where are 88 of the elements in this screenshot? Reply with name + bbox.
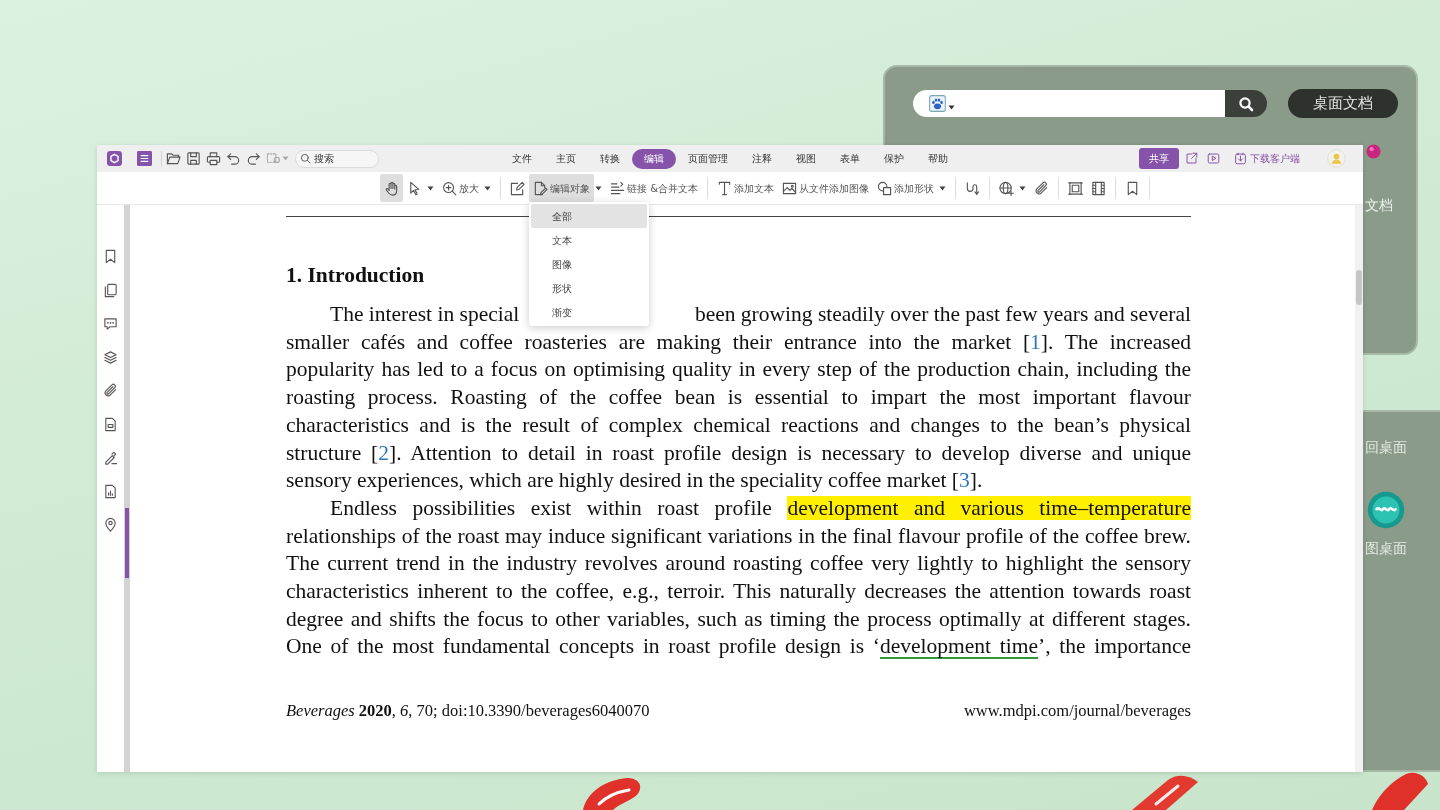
body-text: been growing steadily over the past few years and several [694, 301, 1191, 328]
search-field[interactable] [913, 90, 1225, 117]
body-text: The interest in special [330, 301, 520, 328]
cursor-arrow-icon [407, 180, 422, 196]
save-icon[interactable] [186, 151, 201, 166]
text-tool-icon [717, 180, 732, 196]
document-pencil-icon [533, 180, 548, 196]
share-button[interactable]: 共享 [1139, 148, 1179, 169]
shapes-icon [877, 180, 892, 196]
paperclip-icon [1034, 180, 1049, 196]
search-icon [1238, 95, 1254, 112]
text-lines-icon [610, 180, 625, 196]
menu-tab[interactable]: 转换 [588, 148, 632, 169]
comment-icon[interactable] [103, 316, 118, 331]
pages-icon[interactable] [103, 282, 118, 298]
add-text-button[interactable]: 添加文本 [713, 174, 778, 202]
film-strip-icon [1091, 180, 1106, 196]
menu-tab[interactable]: 编辑 [632, 148, 676, 169]
paw-icon[interactable] [929, 95, 946, 112]
add-image-button[interactable]: 从文件添加图像 [778, 174, 873, 202]
body-paragraph: smaller cafés and coffee roasteries are making their entrance into the market [1]. The increased popularity has led to a focus on optimising quality in every step of the production chain, including the roasting process. Roasting of the coffee bean is essential to impart the most important flavour characteristics and is the result of complex chemical reactions and changes to the bean’s physical structure [2]. Attention to detail in roast profile design is necessary to develop diverse and unique sensory experiences, which are highly desired in the speciality coffee market [3]. [286, 328, 1191, 495]
page-footer-citation: Beverages 2020, 6, 70; doi:10.3390/beverages6040070 [286, 701, 650, 722]
zoom-in-button[interactable]: 放大 [438, 174, 483, 202]
share-out-icon[interactable] [1185, 152, 1198, 165]
journal-url: www.mdpi.com/journal/beverages [963, 701, 1191, 722]
download-client-link[interactable]: 下载客户端 [1234, 151, 1300, 166]
hamburger-menu-icon[interactable] [137, 151, 152, 166]
globe-icon [999, 180, 1014, 196]
menu-item[interactable]: 图像 [531, 252, 647, 276]
menu-tab[interactable]: 帮助 [916, 148, 960, 169]
curved-arrow-icon [965, 180, 980, 196]
dropdown-caret-icon[interactable] [939, 185, 946, 191]
menu-tab[interactable]: 页面管理 [676, 148, 740, 169]
frame-icon [1068, 180, 1083, 196]
scrollbar-thumb[interactable] [1356, 270, 1362, 305]
menu-tab[interactable]: 视图 [784, 148, 828, 169]
menu-tab[interactable]: 保护 [872, 148, 916, 169]
splitter-handle[interactable] [125, 508, 129, 578]
ribbon-drawing [1370, 770, 1430, 810]
search-field[interactable]: 搜索 [295, 149, 379, 168]
dropdown-caret-icon[interactable] [484, 185, 491, 191]
hand-tool-button[interactable] [380, 174, 403, 202]
dropdown-caret-icon[interactable] [1019, 185, 1026, 191]
menu-item[interactable]: 形状 [531, 276, 647, 300]
link-merge-text-button[interactable]: 链接 &合并文本 [606, 174, 702, 202]
add-shape-button[interactable]: 添加形状 [873, 174, 938, 202]
redo-icon[interactable] [246, 151, 261, 166]
dropdown-caret-icon[interactable] [427, 185, 434, 191]
menu-tab[interactable]: 注释 [740, 148, 784, 169]
body-paragraph: Endless possibilities exist within roast profile development and various time–temperature relationships of the roast may induce significant variations in the final flavour profile of the coffee brew. The current trend in the industry revolves around roasting coffee very lightly to highlight the sensory characteristics inherent to the coffee, e.g., terroir. This naturally decreases the attention towards roast degree and shifts the focus to other variables, such as timing the process optimally at different stages. One of the most fundamental concepts in roast profile design is ‘development time’, the importance [286, 494, 1191, 661]
layers-icon[interactable] [103, 349, 118, 365]
scrollbar-track[interactable] [1355, 205, 1363, 772]
section-heading: 1. Introduction [286, 262, 425, 289]
menu-item[interactable]: 渐变 [531, 300, 647, 324]
undo-icon[interactable] [226, 151, 241, 166]
form-icon[interactable] [103, 416, 118, 432]
image-icon [782, 180, 797, 196]
menu-tab[interactable]: 表单 [828, 148, 872, 169]
download-icon [1234, 152, 1247, 165]
panel-splitter[interactable] [124, 205, 130, 772]
menu-item[interactable]: 全部 [531, 204, 647, 228]
dropdown-caret-icon[interactable] [948, 105, 955, 110]
desktop-documents-button[interactable]: 桌面文档 [1288, 89, 1398, 118]
document-chart-icon[interactable] [103, 483, 118, 499]
notification-badge-icon [1366, 144, 1381, 159]
open-folder-icon[interactable] [166, 151, 181, 166]
print-icon[interactable] [206, 151, 221, 166]
location-pin-icon[interactable] [103, 517, 118, 532]
hand-icon [384, 180, 399, 196]
search-button[interactable] [1225, 90, 1267, 117]
search-icon [300, 153, 311, 164]
app-logo-icon[interactable] [107, 151, 122, 166]
play-icon[interactable] [1207, 152, 1220, 165]
menu-item[interactable]: 文本 [531, 228, 647, 252]
bookmark-icon[interactable] [103, 249, 118, 264]
paperclip-icon[interactable] [103, 383, 118, 398]
dropdown-caret-icon[interactable] [595, 185, 602, 191]
menu-tab[interactable]: 主页 [544, 148, 588, 169]
citation-link[interactable]: 3 [959, 468, 970, 493]
pencil-square-icon [510, 180, 525, 196]
app-icon[interactable] [1367, 491, 1405, 529]
citation-link[interactable]: 1 [1030, 329, 1041, 354]
zoom-in-icon [442, 180, 457, 196]
signature-pen-icon[interactable] [103, 450, 118, 465]
menu-tab[interactable]: 文件 [500, 148, 544, 169]
edit-object-button[interactable]: 编辑对象 [529, 174, 594, 202]
bookmark-icon [1125, 180, 1140, 196]
citation-link[interactable]: 2 [378, 440, 390, 465]
